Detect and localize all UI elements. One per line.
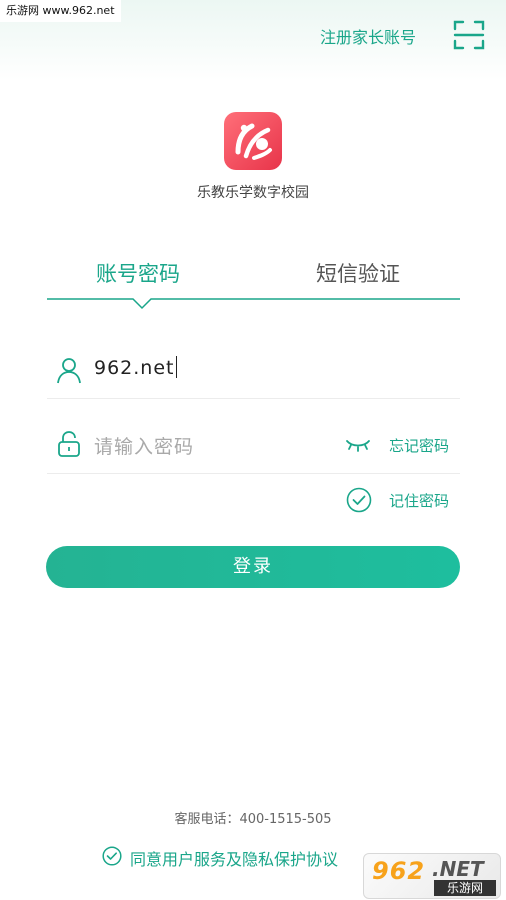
tab-sms-verification[interactable]: 短信验证 — [316, 258, 400, 288]
user-icon — [57, 358, 81, 384]
text-caret — [175, 356, 177, 378]
divider — [47, 473, 460, 474]
app-name: 乐教乐学数字校园 — [197, 185, 309, 201]
watermark-top: 乐游网 www.962.net — [0, 0, 121, 22]
agreement-link[interactable]: 同意用户服务及隐私保护协议 — [130, 846, 338, 870]
watermark-logo: 962 .NET 乐游网 — [363, 853, 501, 899]
divider — [47, 398, 460, 399]
tab-account-password[interactable]: 账号密码 — [96, 258, 180, 288]
tab-indicator — [47, 298, 460, 310]
password-input[interactable]: 请输入密码 — [94, 432, 194, 459]
remember-password-checkbox[interactable] — [346, 487, 372, 513]
scan-icon[interactable] — [452, 18, 486, 52]
username-input[interactable]: 962.net — [94, 356, 177, 379]
app-logo-icon — [224, 112, 282, 170]
forgot-password-link[interactable]: 忘记密码 — [389, 435, 449, 456]
register-parent-account-link[interactable]: 注册家长账号 — [320, 24, 416, 48]
lock-icon — [58, 431, 80, 457]
agreement-checkbox[interactable] — [102, 846, 122, 866]
customer-service-hotline: 客服电话：400-1515-505 — [174, 812, 332, 827]
login-button[interactable]: 登录 — [46, 546, 460, 588]
eye-closed-icon[interactable] — [344, 434, 372, 456]
remember-password-label[interactable]: 记住密码 — [389, 490, 449, 511]
username-value: 962.net — [94, 357, 175, 379]
